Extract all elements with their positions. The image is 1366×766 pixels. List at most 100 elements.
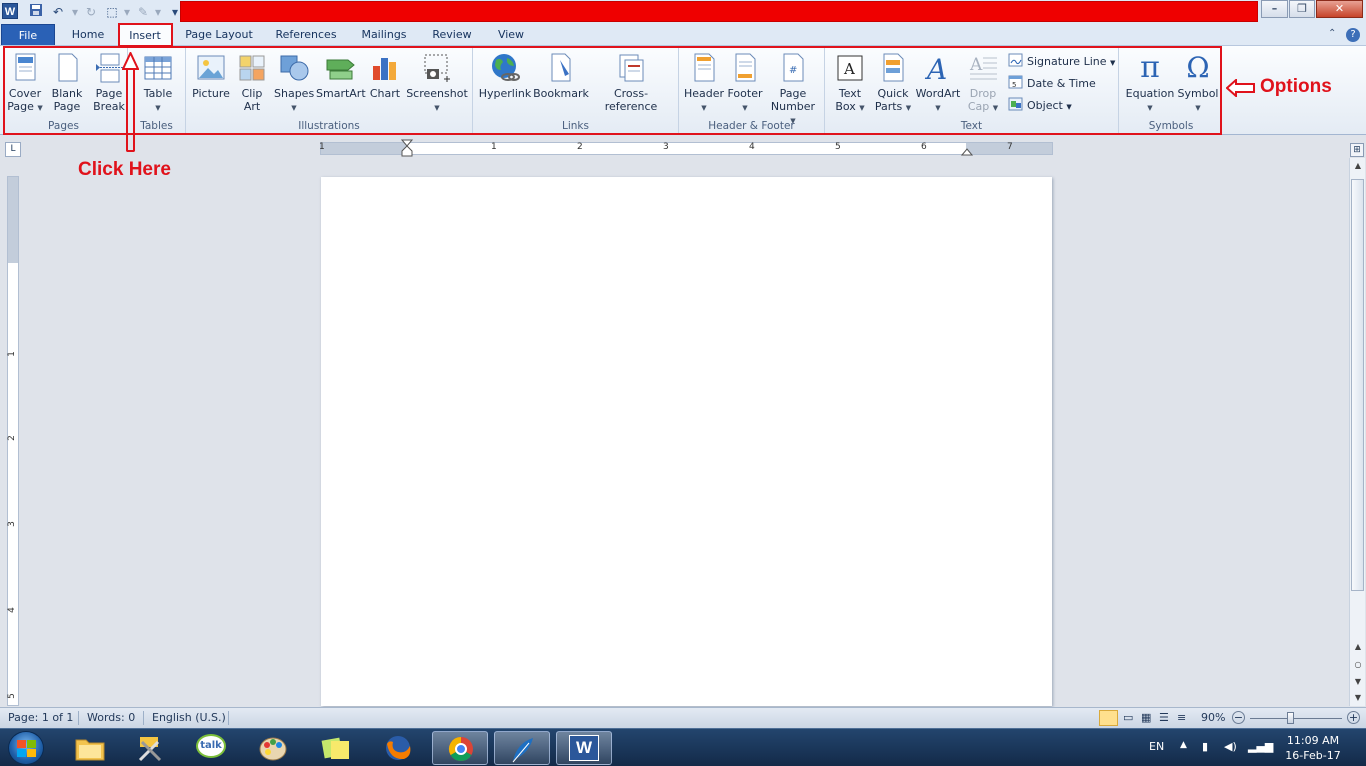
minimize-ribbon-icon[interactable]: ⌃ bbox=[1328, 28, 1336, 39]
blank-page-button[interactable]: Blank Page bbox=[48, 52, 86, 113]
horizontal-ruler[interactable]: 1 1 2 3 4 5 6 7 bbox=[319, 139, 1053, 157]
date-time-button[interactable]: 5 Date & Time bbox=[1008, 74, 1096, 92]
start-button[interactable] bbox=[8, 731, 44, 765]
outline-icon[interactable]: ☰ bbox=[1159, 711, 1169, 724]
close-button[interactable]: ✕ bbox=[1316, 0, 1363, 18]
quick-parts-button[interactable]: Quick Parts ▼ bbox=[873, 52, 913, 115]
smartart-button[interactable]: SmartArt bbox=[316, 52, 366, 100]
object-button[interactable]: Object ▼ bbox=[1008, 96, 1072, 114]
language-indicator[interactable]: English (U.S.) bbox=[152, 711, 226, 724]
blank-page-icon bbox=[58, 53, 78, 82]
taskbar-feather-app[interactable] bbox=[494, 731, 550, 765]
indent-marker-icon[interactable] bbox=[401, 139, 413, 159]
tab-page-layout[interactable]: Page Layout bbox=[180, 24, 258, 46]
hyperlink-button[interactable]: Hyperlink bbox=[478, 52, 532, 100]
screenshot-button[interactable]: Screenshot ▼ bbox=[406, 52, 468, 115]
tab-review[interactable]: Review bbox=[426, 24, 478, 46]
zoom-level[interactable]: 90% bbox=[1201, 711, 1225, 724]
help-icon[interactable]: ? bbox=[1346, 28, 1360, 42]
vertical-ruler[interactable]: 1 2 3 4 5 bbox=[7, 176, 19, 706]
document-page[interactable] bbox=[321, 177, 1052, 706]
chevron-down-icon: ▼ bbox=[1147, 104, 1153, 112]
print-layout-icon[interactable] bbox=[1099, 710, 1118, 726]
clip-art-button[interactable]: Clip Art bbox=[234, 52, 270, 113]
taskbar-tools[interactable] bbox=[122, 731, 178, 765]
text-box-button[interactable]: A Text Box ▼ bbox=[831, 52, 869, 115]
taskbar-google-talk[interactable]: talk bbox=[184, 731, 240, 765]
smartart-label: SmartArt bbox=[316, 87, 366, 100]
taskbar-sticky-notes[interactable] bbox=[308, 731, 364, 765]
signature-line-button[interactable]: Signature Line ▼ bbox=[1008, 52, 1115, 70]
ruler-number: 5 bbox=[6, 693, 17, 699]
zoom-in-icon[interactable]: + bbox=[1347, 711, 1360, 724]
footer-button[interactable]: Footer ▼ bbox=[725, 52, 765, 115]
word-count[interactable]: Words: 0 bbox=[87, 711, 135, 724]
tab-file[interactable]: File bbox=[1, 24, 55, 46]
web-layout-icon[interactable]: ▦ bbox=[1141, 711, 1151, 724]
browse-object-icon[interactable]: ○ bbox=[1352, 660, 1364, 669]
taskbar-file-explorer[interactable] bbox=[62, 731, 118, 765]
ink-dropdown-icon[interactable]: ▾ bbox=[149, 3, 167, 21]
tab-insert[interactable]: Insert bbox=[118, 24, 172, 46]
tab-selector[interactable]: L bbox=[5, 142, 21, 157]
show-hidden-icons-icon[interactable]: ▲ bbox=[1180, 740, 1187, 750]
scroll-down-icon[interactable]: ▼ bbox=[1352, 693, 1364, 702]
view-ruler-icon[interactable]: ⊞ bbox=[1350, 143, 1364, 157]
vertical-scrollbar[interactable]: ▲ ▲ ○ ▼ ▼ bbox=[1349, 158, 1365, 706]
group-label-tables: Tables bbox=[140, 120, 173, 132]
minimize-button[interactable]: – bbox=[1261, 0, 1288, 18]
volume-icon[interactable]: ◀) bbox=[1224, 740, 1237, 753]
scroll-down-icon[interactable]: ▼ bbox=[1352, 677, 1364, 686]
tab-home[interactable]: Home bbox=[64, 24, 112, 46]
chevron-down-icon: ▼ bbox=[701, 104, 707, 112]
page-count[interactable]: Page: 1 of 1 bbox=[8, 711, 73, 724]
right-indent-marker-icon[interactable] bbox=[961, 147, 973, 156]
taskbar-word[interactable]: W bbox=[556, 731, 612, 765]
bookmark-button[interactable]: Bookmark bbox=[533, 52, 589, 100]
table-button[interactable]: Table ▼ bbox=[139, 52, 177, 115]
taskbar-paint[interactable] bbox=[246, 731, 302, 765]
click-here-annotation: Click Here bbox=[78, 159, 171, 180]
taskbar-firefox[interactable] bbox=[370, 731, 426, 765]
chevron-down-icon: ▼ bbox=[742, 104, 748, 112]
page-number-button[interactable]: # Page Number ▼ bbox=[767, 52, 819, 128]
system-clock[interactable]: 11:09 AM 16-Feb-17 bbox=[1272, 733, 1354, 763]
symbol-button[interactable]: Ω Symbol ▼ bbox=[1177, 52, 1219, 115]
redo-icon[interactable]: ↻ bbox=[82, 3, 100, 21]
scrollbar-thumb[interactable] bbox=[1351, 179, 1364, 591]
scroll-up-icon[interactable]: ▲ bbox=[1352, 161, 1364, 170]
zoom-slider-track[interactable] bbox=[1250, 718, 1342, 719]
restore-button[interactable]: ❐ bbox=[1289, 0, 1315, 18]
equation-button[interactable]: π Equation ▼ bbox=[1124, 52, 1176, 115]
undo-icon[interactable]: ↶ bbox=[49, 3, 67, 21]
save-icon[interactable] bbox=[27, 3, 45, 21]
chart-button[interactable]: Chart bbox=[366, 52, 404, 100]
cross-reference-button[interactable]: Cross-reference bbox=[590, 52, 672, 113]
network-icon[interactable]: ▮ bbox=[1202, 740, 1208, 753]
chevron-down-icon: ▼ bbox=[859, 104, 865, 112]
windows-taskbar: talk W EN ▲ ▮ ◀) ▂▄▆ 11:09 AM 16-Feb-17 bbox=[0, 728, 1366, 766]
tab-references[interactable]: References bbox=[270, 24, 342, 46]
options-annotation: Options bbox=[1260, 76, 1332, 97]
signal-icon[interactable]: ▂▄▆ bbox=[1248, 740, 1273, 753]
wordart-button[interactable]: A WordArt ▼ bbox=[915, 52, 961, 115]
word-app-icon[interactable]: W bbox=[2, 3, 18, 19]
header-button[interactable]: Header ▼ bbox=[683, 52, 725, 115]
cover-page-button[interactable]: Cover Page ▼ bbox=[4, 52, 46, 115]
zoom-out-icon[interactable]: − bbox=[1232, 711, 1245, 724]
group-illustrations: Picture Clip Art Shapes ▼ SmartArt Chart… bbox=[186, 46, 473, 134]
full-screen-reading-icon[interactable]: ▭ bbox=[1123, 711, 1133, 724]
taskbar-chrome[interactable] bbox=[432, 731, 488, 765]
drop-cap-button[interactable]: A Drop Cap ▼ bbox=[964, 52, 1002, 115]
quick-parts-label-1: Quick bbox=[877, 87, 909, 100]
tab-mailings[interactable]: Mailings bbox=[354, 24, 414, 46]
picture-button[interactable]: Picture bbox=[190, 52, 232, 100]
header-icon bbox=[694, 53, 715, 82]
draft-icon[interactable]: ≡ bbox=[1177, 711, 1186, 724]
tab-view[interactable]: View bbox=[490, 24, 532, 46]
zoom-slider-thumb[interactable] bbox=[1287, 712, 1294, 724]
shapes-button[interactable]: Shapes ▼ bbox=[274, 52, 314, 115]
bookmark-label: Bookmark bbox=[533, 87, 589, 100]
input-language[interactable]: EN bbox=[1149, 740, 1164, 753]
scroll-up-icon[interactable]: ▲ bbox=[1352, 642, 1364, 651]
